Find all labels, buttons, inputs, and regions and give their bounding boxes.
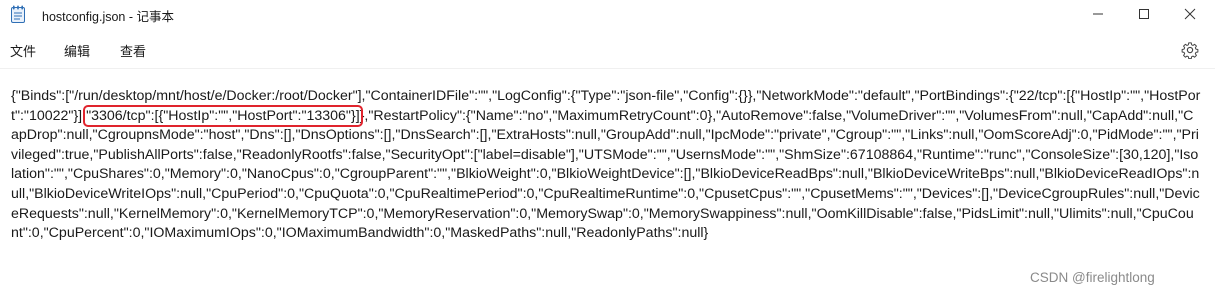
menu-file[interactable]: 文件 bbox=[10, 41, 36, 60]
title-bar[interactable]: hostconfig.json - 记事本 bbox=[0, 0, 1215, 28]
minimize-icon bbox=[1092, 8, 1104, 20]
minimize-button[interactable] bbox=[1075, 0, 1121, 28]
menu-view[interactable]: 查看 bbox=[120, 41, 146, 60]
window-title: hostconfig.json - 记事本 bbox=[42, 10, 174, 24]
menu-edit[interactable]: 编辑 bbox=[64, 41, 90, 60]
close-icon bbox=[1184, 8, 1196, 20]
highlighted-port-binding: "3306/tcp":[{"HostIp":"","HostPort":"133… bbox=[83, 104, 363, 127]
maximize-button[interactable] bbox=[1121, 0, 1167, 28]
document-text-after: },"RestartPolicy":{"Name":"no","MaximumR… bbox=[11, 107, 1200, 242]
maximize-icon bbox=[1138, 8, 1150, 20]
gear-icon[interactable] bbox=[1181, 41, 1199, 60]
notepad-icon bbox=[10, 5, 26, 23]
close-button[interactable] bbox=[1167, 0, 1213, 28]
document-text[interactable]: {"Binds":["/run/desktop/mnt/host/e/Docke… bbox=[11, 87, 1201, 244]
watermark: CSDN @firelightlong bbox=[1030, 270, 1155, 285]
menu-bar: 文件 编辑 查看 bbox=[0, 34, 1215, 64]
